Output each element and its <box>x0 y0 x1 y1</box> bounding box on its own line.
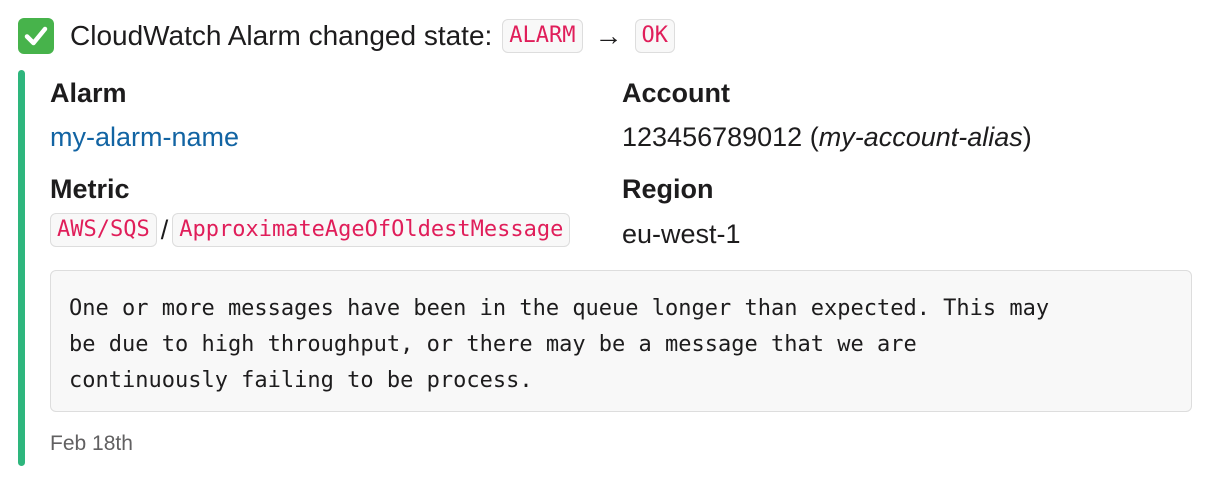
region-field-title: Region <box>622 174 714 204</box>
description-code-block: One or more messages have been in the qu… <box>50 270 1192 412</box>
account-id: 123456789012 <box>622 122 803 152</box>
header-title: CloudWatch Alarm changed state: <box>70 20 493 51</box>
metric-field-title: Metric <box>50 174 130 204</box>
description-line: continuously failing to be process. <box>69 368 533 393</box>
metric-name-code: ApproximateAgeOfOldestMessage <box>172 213 571 247</box>
old-state-badge: ALARM <box>502 19 583 53</box>
account-value: 123456789012 (my-account-alias) <box>622 122 1032 152</box>
metric-separator: / <box>160 214 169 245</box>
description-line: One or more messages have been in the qu… <box>69 296 1050 321</box>
message-timestamp[interactable]: Feb 18th <box>50 432 133 456</box>
alarm-field-title: Alarm <box>50 78 127 108</box>
region-value: eu-west-1 <box>622 219 741 249</box>
new-state-badge: OK <box>634 19 676 53</box>
account-field-title: Account <box>622 78 730 108</box>
message-header: CloudWatch Alarm changed state: ALARM → … <box>18 14 681 58</box>
description-line: be due to high throughput, or there may … <box>69 332 917 357</box>
account-alias: my-account-alias <box>818 122 1023 152</box>
metric-namespace-code: AWS/SQS <box>50 213 157 247</box>
metric-value: AWS/SQS / ApproximateAgeOfOldestMessage <box>50 213 571 247</box>
attachment-accent-bar <box>18 70 25 466</box>
alarm-name-link[interactable]: my-alarm-name <box>50 122 239 153</box>
check-mark-icon <box>18 18 54 54</box>
arrow-icon: → <box>594 20 623 51</box>
